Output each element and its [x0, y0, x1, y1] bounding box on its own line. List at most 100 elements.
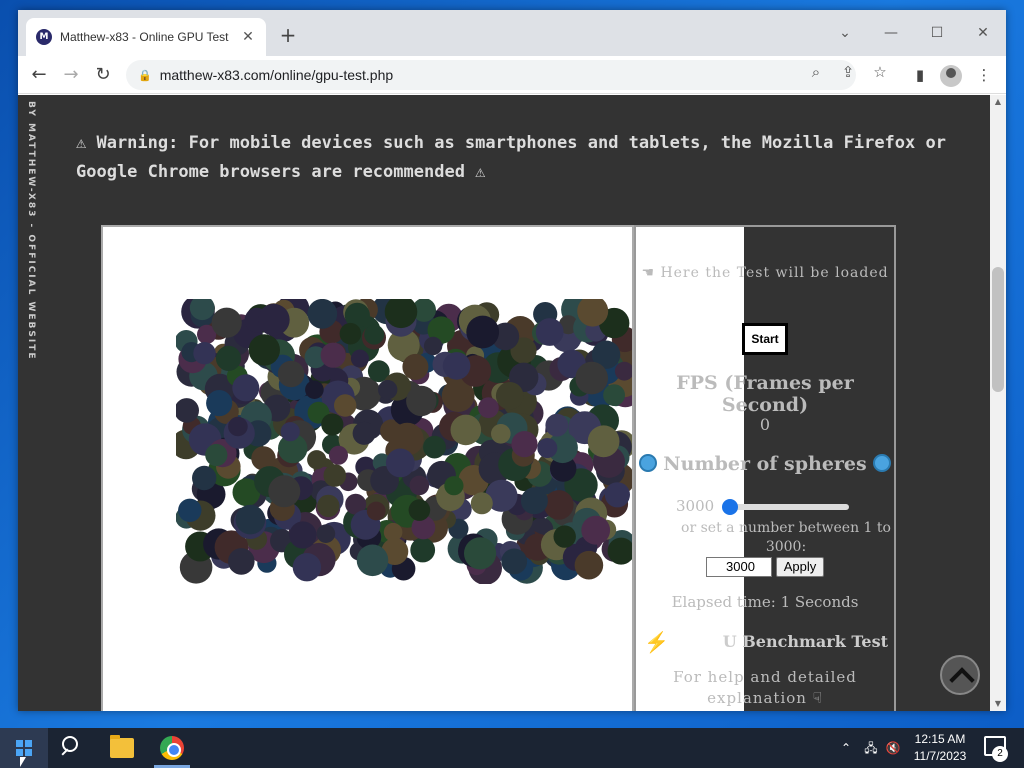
clock[interactable]: 12:15 AM 11/7/2023: [905, 731, 975, 765]
tab-close-icon[interactable]: ✕: [240, 29, 256, 45]
help-text[interactable]: For help and detailed explanation ☟: [636, 667, 894, 709]
sphere: [364, 324, 385, 345]
sphere: [410, 537, 436, 563]
maximize-button[interactable]: ☐: [922, 18, 952, 48]
benchmark-title: U Benchmark Test: [722, 632, 888, 651]
tab-list-button[interactable]: ⌄: [830, 18, 860, 48]
sphere: [228, 416, 248, 437]
profile-icon[interactable]: [940, 65, 962, 87]
sphere: [329, 445, 348, 465]
sphere: [235, 504, 266, 535]
loaded-text: ☚ Here the Test will be loaded: [641, 265, 889, 281]
sphere: [406, 385, 437, 417]
sphere: [211, 307, 242, 338]
page-scrollbar[interactable]: ▲ ▼: [990, 95, 1006, 711]
sphere: [545, 413, 569, 437]
sphere: [228, 548, 255, 575]
address-bar[interactable]: 🔒 matthew-x83.com/online/gpu-test.php: [126, 60, 856, 90]
taskbar-search-icon[interactable]: [56, 728, 88, 768]
scroll-thumb[interactable]: [992, 267, 1004, 392]
sphere: [378, 380, 398, 400]
sphere: [350, 349, 369, 368]
sphere: [501, 548, 528, 575]
minimize-button[interactable]: —: [876, 18, 906, 48]
spheres-number-input[interactable]: 3000: [706, 557, 772, 577]
sphere: [575, 361, 608, 395]
scroll-up-icon[interactable]: ▲: [990, 95, 1006, 109]
tab-active[interactable]: M Matthew-x83 - Online GPU Test ✕: [26, 18, 266, 56]
network-icon[interactable]: 🖧: [862, 728, 880, 768]
fps-value: 0: [759, 415, 771, 434]
sphere: [280, 422, 300, 442]
sphere: [478, 397, 499, 419]
chrome-icon[interactable]: [160, 736, 184, 760]
side-branding-text: BY MATTHEW-X83 - OFFICIAL WEBSITE: [26, 101, 36, 361]
bookmark-star-icon[interactable]: ☆: [870, 63, 890, 81]
side-panel-icon[interactable]: ▮: [910, 66, 930, 84]
start-button[interactable]: Start: [742, 323, 788, 355]
sphere: [192, 465, 217, 491]
sphere: [383, 522, 403, 542]
sphere: [535, 318, 564, 346]
sphere: [444, 476, 464, 496]
sphere: [268, 475, 301, 508]
sphere: [215, 345, 242, 371]
scroll-down-icon[interactable]: ▼: [990, 697, 1006, 711]
sphere: [307, 450, 327, 470]
mouse-cursor: [20, 757, 26, 767]
spheres-render: [176, 299, 632, 584]
spheres-slider[interactable]: 3000: [676, 497, 894, 517]
control-panel: ☚ Here the Test will be loaded Start FPS…: [634, 225, 896, 711]
tab-title: Matthew-x83 - Online GPU Test: [60, 30, 229, 44]
slider-value: 3000: [676, 497, 715, 515]
sphere: [356, 544, 389, 577]
tab-strip: M Matthew-x83 - Online GPU Test ✕ + ⌄ — …: [18, 10, 1006, 56]
web-page: BY MATTHEW-X83 - OFFICIAL WEBSITE ⚠ Warn…: [18, 95, 990, 711]
globe-icon: [873, 454, 892, 472]
file-explorer-icon[interactable]: [110, 735, 134, 758]
site-favicon-icon: M: [36, 29, 52, 45]
notification-count-badge: 2: [992, 746, 1008, 762]
reload-button[interactable]: ↻: [90, 62, 116, 88]
lock-icon[interactable]: 🔒: [138, 69, 152, 82]
sphere: [307, 299, 338, 329]
sphere: [339, 322, 362, 345]
sphere: [289, 521, 317, 549]
elapsed-time: Elapsed time: 1 Seconds: [671, 593, 859, 611]
new-tab-button[interactable]: +: [276, 24, 300, 48]
tray-chevron-icon[interactable]: ⌃: [838, 728, 854, 768]
sphere: [491, 424, 511, 444]
slider-track[interactable]: [731, 504, 849, 510]
sphere: [409, 475, 430, 496]
volume-muted-icon[interactable]: 🔇: [884, 728, 902, 768]
sphere: [537, 438, 558, 458]
menu-icon[interactable]: ⋮: [974, 66, 994, 84]
sphere: [423, 336, 443, 356]
gpu-test-canvas[interactable]: [101, 225, 634, 711]
sphere: [442, 352, 471, 380]
sphere: [495, 382, 524, 410]
url-text[interactable]: matthew-x83.com/online/gpu-test.php: [160, 67, 393, 83]
sphere: [178, 498, 202, 522]
range-hint: or set a number between 1 to 3000:: [681, 520, 891, 555]
sphere: [402, 353, 429, 380]
sphere: [408, 499, 431, 521]
slider-thumb[interactable]: [722, 499, 738, 515]
close-window-button[interactable]: ✕: [968, 18, 998, 48]
search-icon[interactable]: ⌕: [806, 63, 826, 81]
sphere: [544, 490, 574, 520]
sphere: [193, 342, 216, 365]
share-icon[interactable]: ⇪: [838, 63, 858, 81]
windows-logo-icon: [16, 740, 32, 756]
sphere: [520, 487, 548, 515]
sphere: [604, 482, 630, 508]
apply-button[interactable]: Apply: [776, 557, 824, 577]
sphere: [205, 443, 228, 467]
sphere: [450, 414, 482, 446]
sphere: [316, 524, 336, 543]
scroll-to-top-button[interactable]: [940, 655, 980, 695]
back-button[interactable]: ←: [26, 62, 52, 88]
sphere: [277, 360, 305, 388]
sphere: [553, 525, 576, 548]
forward-button[interactable]: →: [58, 62, 84, 88]
